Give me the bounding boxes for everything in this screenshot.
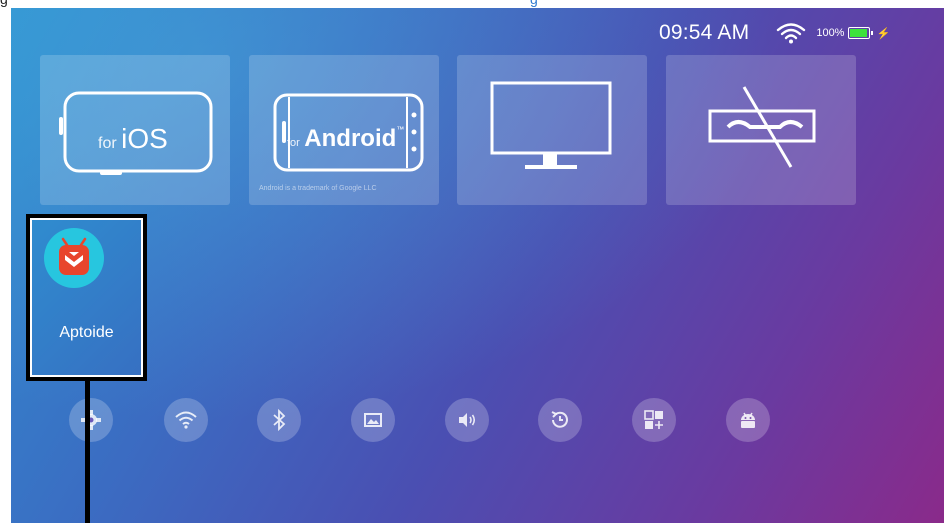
ios-brand-label: iOS (121, 123, 168, 154)
gear-glyph (81, 410, 101, 430)
wifi-icon (777, 23, 806, 44)
battery-icon (848, 27, 874, 39)
app-label-aptoide: Aptoide (59, 324, 114, 341)
aptoide-logo (59, 237, 89, 275)
image-icon[interactable] (351, 398, 395, 442)
wifi-glyph (175, 411, 197, 429)
callout-highlight-box: Aptoide (26, 214, 147, 381)
android-for-label: for (287, 137, 300, 149)
android-trademark-note: Android is a trademark of Google LLC (259, 185, 377, 192)
android-brand-label: Android (304, 125, 397, 152)
source-tile-android[interactable]: for Android™ Android is a trademark of G… (249, 55, 439, 205)
source-tile-ios[interactable]: for iOS (40, 55, 230, 205)
android-glyph (741, 412, 755, 428)
wifi-settings-icon[interactable] (164, 398, 208, 442)
restore-glyph (551, 411, 568, 428)
bluetooth-icon[interactable] (257, 398, 301, 442)
app-tile-aptoide[interactable]: Aptoide (30, 218, 143, 377)
page-top-strip: g g (0, 0, 951, 8)
clipped-text-left: g (0, 0, 8, 6)
android-tm: ™ (396, 125, 405, 134)
source-tile-display[interactable] (457, 55, 647, 205)
bluetooth-glyph (273, 408, 286, 432)
monitor-icon (490, 81, 612, 169)
image-glyph (364, 413, 382, 427)
clipped-text-link: g (530, 0, 538, 6)
source-tile-no-signal[interactable] (666, 55, 856, 205)
volume-icon[interactable] (445, 398, 489, 442)
battery-fill (850, 29, 868, 37)
projector-home-screen: 09:54 AM 100% ⚡ for iOS for Android™ And… (11, 8, 944, 523)
volume-glyph (459, 413, 476, 427)
ios-for-label: for (98, 135, 117, 152)
battery-percent: 100% (816, 27, 845, 39)
settings-gear-icon[interactable] (69, 398, 113, 442)
no-signal-cable-icon (708, 86, 816, 168)
ios-tile-label: for iOS (98, 123, 168, 155)
restore-clock-icon[interactable] (538, 398, 582, 442)
android-tile-label: for Android™ (287, 125, 404, 153)
charging-bolt-icon: ⚡ (876, 27, 891, 40)
callout-leader-line (85, 381, 90, 523)
status-bar: 09:54 AM 100% ⚡ (659, 20, 890, 46)
apps-grid-icon[interactable] (632, 398, 676, 442)
clock: 09:54 AM (659, 21, 750, 44)
apps-grid-glyph (644, 410, 663, 429)
aptoide-app-icon (44, 228, 104, 288)
android-robot-icon[interactable] (726, 398, 770, 442)
